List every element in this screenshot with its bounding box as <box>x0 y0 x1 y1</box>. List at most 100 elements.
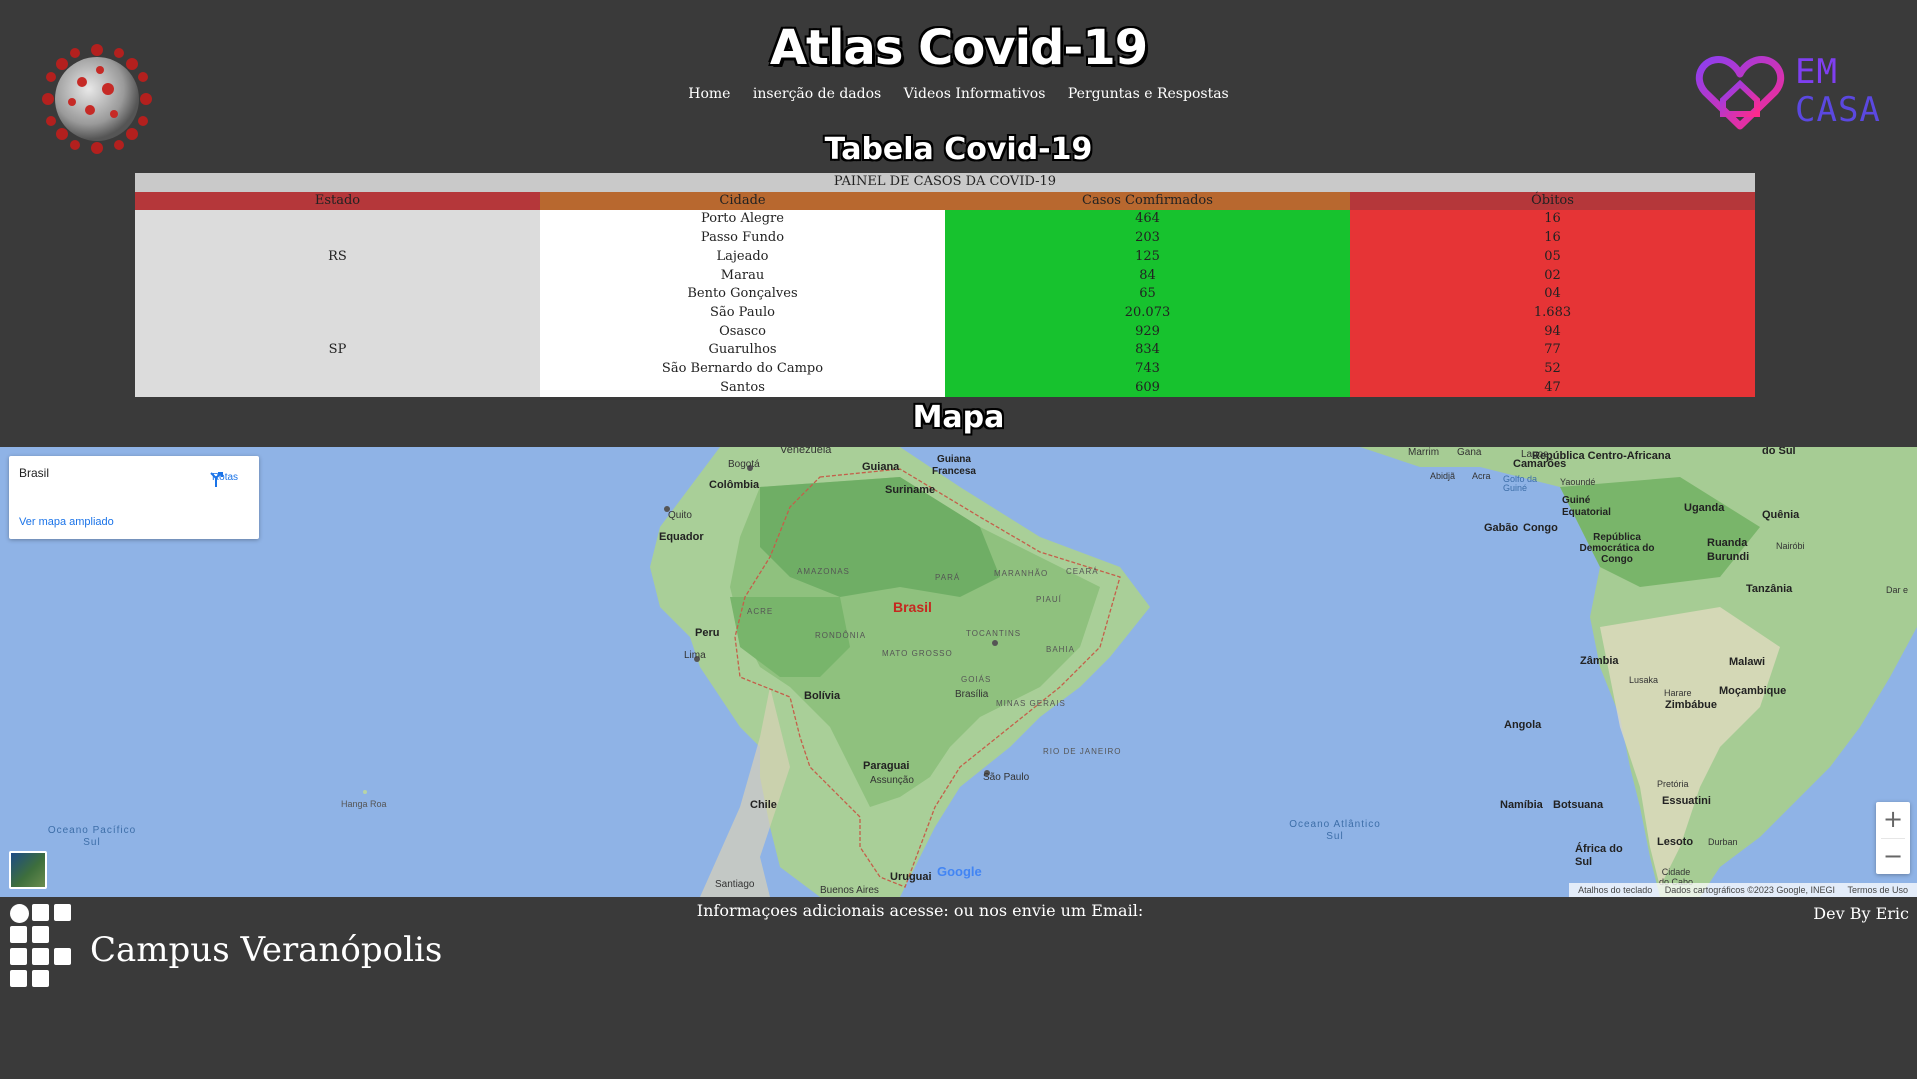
map-label-rio: RIO DE JANEIRO <box>1043 747 1122 756</box>
deaths-cell: 1.683 <box>1350 303 1755 323</box>
deaths-cell: 52 <box>1350 360 1755 379</box>
map-label-para: PARÁ <box>935 573 961 582</box>
map-label-ceara: CEARÁ <box>1066 567 1099 576</box>
state-cell: RS <box>135 210 540 304</box>
map-label-quenia: Quênia <box>1762 509 1800 521</box>
map-label-colombia: Colômbia <box>709 479 760 491</box>
nav-home[interactable]: Home <box>688 86 730 102</box>
map-label-oceano-atlantico: Oceano Atlântico Sul <box>1289 819 1381 842</box>
map-label-rep-centro-africana: República Centro-Africana <box>1532 450 1671 462</box>
em-casa-line1: EM <box>1795 52 1838 92</box>
map-label-piaui: PIAUÍ <box>1036 595 1062 604</box>
map-label-durban: Durban <box>1708 837 1738 847</box>
map-label-mato-grosso: MATO GROSSO <box>882 649 953 658</box>
map-label-sao-paulo: São Paulo <box>983 772 1030 783</box>
directions-button[interactable]: Rotas <box>207 470 243 487</box>
keyboard-shortcuts-link[interactable]: Atalhos do teclado <box>1578 885 1652 895</box>
terms-link[interactable]: Termos de Uso <box>1847 885 1908 895</box>
deaths-cell: 02 <box>1350 266 1755 286</box>
col-header-obitos: Óbitos <box>1350 191 1755 211</box>
map-label-peru: Peru <box>695 627 720 639</box>
nav-faq[interactable]: Perguntas e Respostas <box>1068 86 1229 102</box>
map-label-zimbabue: Zimbábue <box>1665 699 1717 711</box>
map-label-uganda: Uganda <box>1684 502 1725 514</box>
cases-cell: 464 <box>945 210 1350 230</box>
table-row: RS Porto Alegre 464 16 <box>135 210 1755 304</box>
map-label-ruanda: Ruanda <box>1707 537 1748 549</box>
map-label-guine-equatorial: Guiné Equatorial <box>1562 495 1611 518</box>
map-label-amazonas: AMAZONAS <box>797 567 850 576</box>
map-label-bahia: BAHIA <box>1046 645 1076 654</box>
map-label-hanga-roa: Hanga Roa <box>341 799 387 809</box>
heart-house-icon <box>1695 56 1785 130</box>
covid-table: PAINEL DE CASOS DA COVID-19 Estado Cidad… <box>135 173 1755 398</box>
city-cell: Lajeado <box>540 247 945 267</box>
map-label-africa-do-sul: África do Sul <box>1575 843 1623 868</box>
deaths-cell: 47 <box>1350 378 1755 398</box>
city-cell: Marau <box>540 266 945 286</box>
col-header-estado: Estado <box>135 191 540 211</box>
table-title: Tabela Covid-19 <box>824 132 1093 167</box>
satellite-toggle-button[interactable] <box>9 851 47 889</box>
cases-cell: 65 <box>945 285 1350 304</box>
cases-cell: 125 <box>945 247 1350 267</box>
map-label-bolivia: Bolívia <box>804 690 841 702</box>
map-label-santiago: Santiago <box>715 879 755 890</box>
city-cell: São Paulo <box>540 303 945 323</box>
google-map[interactable]: Brasil Venezuela Bogotá Colômbia Quito E… <box>0 447 1917 897</box>
map-label-do-sul: do Sul <box>1762 447 1796 457</box>
deaths-cell: 05 <box>1350 247 1755 267</box>
developer-credit: Dev By Eric <box>1813 904 1909 923</box>
map-label-malawi: Malawi <box>1729 656 1766 668</box>
larger-map-link[interactable]: Ver mapa ampliado <box>19 516 114 528</box>
map-label-congo: Congo <box>1523 522 1558 534</box>
map-place-name: Brasil <box>19 466 50 480</box>
map-label-golfo-guine: Golfo da Guiné <box>1503 474 1538 493</box>
main-nav: Home inserção de dados Videos Informativ… <box>0 86 1917 102</box>
table-row: SP São Paulo 20.073 1.683 <box>135 303 1755 398</box>
city-cell: Osasco <box>540 322 945 342</box>
map-label-goias: GOIÁS <box>961 675 992 684</box>
zoom-out-button[interactable]: − <box>1876 839 1910 875</box>
deaths-cell: 04 <box>1350 285 1755 304</box>
map-label-lesoto: Lesoto <box>1657 836 1694 848</box>
map-label-dar: Dar e <box>1886 585 1909 595</box>
map-label-uruguai: Uruguai <box>890 871 932 883</box>
map-label-buenos-aires: Buenos Aires <box>820 885 879 896</box>
cases-cell: 609 <box>945 378 1350 398</box>
map-place-card: Brasil Rotas Ver mapa ampliado <box>9 456 259 539</box>
map-label-lusaka: Lusaka <box>1629 675 1659 685</box>
city-cell: Bento Gonçalves <box>540 285 945 304</box>
map-label-namibia: Namíbia <box>1500 799 1543 811</box>
zoom-in-button[interactable]: + <box>1876 802 1910 838</box>
map-label-bogota: Bogotá <box>728 459 760 470</box>
map-label-lagos: Lagos <box>1521 449 1549 460</box>
google-logo-text: Google <box>937 864 982 879</box>
deaths-cell: 16 <box>1350 210 1755 230</box>
map-label-mali: Marrim <box>1408 447 1440 458</box>
col-header-casos: Casos Comfirmados <box>945 191 1350 211</box>
map-label-acra: Acra <box>1472 471 1491 481</box>
map-label-lima: Lima <box>684 650 706 661</box>
nav-videos[interactable]: Videos Informativos <box>904 86 1046 102</box>
map-label-gana: Gana <box>1457 447 1482 458</box>
footer-contact-info: Informaçoes adicionais acesse: ou nos en… <box>696 901 1144 920</box>
campus-name: Campus Veranópolis <box>90 930 443 970</box>
map-label-brasil: Brasil <box>893 599 932 615</box>
cases-cell: 203 <box>945 229 1350 248</box>
city-cell: Passo Fundo <box>540 229 945 248</box>
map-label-abidja: Abidjã <box>1430 471 1456 481</box>
google-logo: Google <box>937 864 982 879</box>
map-label-rdc: República Democrática do Congo <box>1579 532 1655 565</box>
map-label-minas-gerais: MINAS GERAIS <box>996 699 1066 708</box>
cases-cell: 834 <box>945 341 1350 361</box>
city-cell: Guarulhos <box>540 341 945 361</box>
map-label-tocantins: TOCANTINS <box>966 629 1022 638</box>
map-label-burundi: Burundi <box>1707 551 1750 563</box>
map-label-oceano-pacifico: Oceano Pacífico Sul <box>47 825 137 848</box>
nav-data-entry[interactable]: inserção de dados <box>753 86 881 102</box>
city-cell: São Bernardo do Campo <box>540 360 945 379</box>
deaths-cell: 77 <box>1350 341 1755 361</box>
em-casa-line2: CASA <box>1795 90 1881 130</box>
map-title: Mapa <box>912 400 1005 435</box>
